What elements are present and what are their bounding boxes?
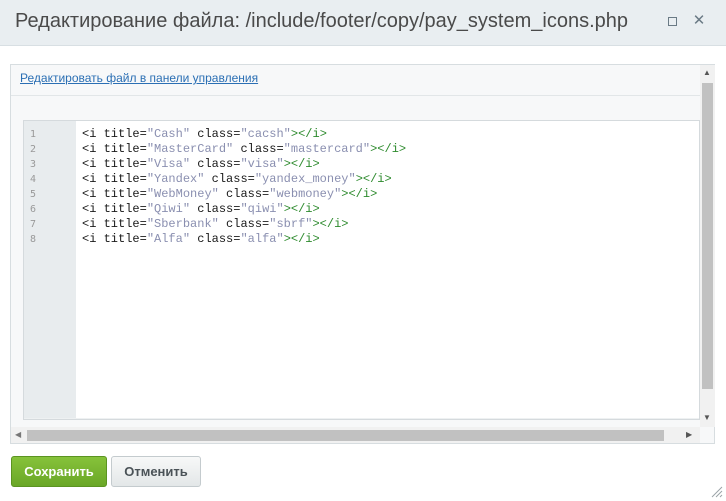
code-line: <i title="Qiwi" class="qiwi"></i> [82,202,320,217]
code-token: title= [103,187,147,201]
horizontal-scrollbar[interactable]: ◀ ▶ [11,427,700,443]
code-token: "yandex_money" [254,172,356,186]
code-line: <i title="WebMoney" class="webmoney"></i… [82,187,377,202]
maximize-icon [667,17,677,26]
code-token: <i [82,232,104,246]
code-token: class= [218,217,270,231]
code-token: title= [103,217,147,231]
code-token: "Yandex" [146,172,205,186]
code-token: <i [82,157,104,171]
code-line: <i title="Yandex" class="yandex_money"><… [82,172,392,187]
code-line: <i title="Cash" class="cacsh"></i> [82,127,327,142]
code-token: title= [103,232,147,246]
code-token: "visa" [240,157,284,171]
dialog-content: Редактировать файл в панели управления 1… [10,64,715,444]
code-token: <i [82,187,104,201]
line-number: 1 [30,129,37,140]
code-token: <i [82,202,104,216]
vertical-scroll-thumb[interactable] [702,83,713,389]
code-token: title= [103,127,147,141]
resize-handle-icon[interactable] [709,484,723,498]
code-token: class= [190,202,241,216]
code-token: class= [233,142,284,156]
code-token: title= [103,142,147,156]
code-token: title= [103,157,147,171]
save-button[interactable]: Сохранить [11,456,107,487]
code-line: <i title="Sberbank" class="sbrf"></i> [82,217,349,232]
line-number: 6 [30,204,37,215]
code-token: class= [204,172,255,186]
code-token: ></i> [283,202,320,216]
code-editor[interactable]: 1 <i title="Cash" class="cacsh"></i> 2 <i t… [23,120,700,420]
code-token: <i [82,142,104,156]
code-token: ></i> [355,172,392,186]
code-token: "cacsh" [240,127,291,141]
dialog-title: Редактирование файла: /include/footer/co… [15,10,629,32]
maximize-button[interactable] [664,13,680,29]
code-token: class= [190,232,241,246]
editor-toolbar [11,95,700,121]
code-line: <i title="Alfa" class="alfa"></i> [82,232,320,247]
code-token: class= [218,187,270,201]
code-token: "Cash" [146,127,191,141]
dialog-titlebar: Редактирование файла: /include/footer/co… [0,0,726,46]
code-token: ></i> [283,157,320,171]
code-line: <i title="MasterCard" class="mastercard"… [82,142,406,157]
code-token: ></i> [370,142,407,156]
code-token: "Alfa" [146,232,191,246]
editor-bottom-strip [24,418,699,419]
line-number: 7 [30,219,37,230]
code-token: <i [82,127,104,141]
code-token: "mastercard" [283,142,371,156]
line-number: 5 [30,189,37,200]
code-token: ></i> [341,187,378,201]
horizontal-scroll-thumb[interactable] [27,430,664,441]
code-token: "Sberbank" [146,217,219,231]
code-token: title= [103,172,147,186]
code-token: title= [103,202,147,216]
cancel-button[interactable]: Отменить [111,456,201,487]
code-token: <i [82,217,104,231]
close-button[interactable]: ✕ [691,13,707,29]
code-token: ></i> [283,232,320,246]
code-token: "Visa" [146,157,191,171]
close-icon: ✕ [692,12,706,29]
vertical-scrollbar[interactable]: ▲ ▼ [700,65,715,427]
code-token: "qiwi" [240,202,284,216]
code-token: "WebMoney" [146,187,219,201]
code-token: "webmoney" [269,187,342,201]
code-token: ></i> [312,217,349,231]
line-number: 2 [30,144,37,155]
scroll-right-icon[interactable]: ▶ [686,430,692,439]
code-token: ></i> [290,127,327,141]
code-token: "MasterCard" [146,142,234,156]
code-token: "Qiwi" [146,202,191,216]
code-token: <i [82,172,104,186]
code-token: class= [190,127,241,141]
code-line: <i title="Visa" class="visa"></i> [82,157,320,172]
edit-in-panel-link[interactable]: Редактировать файл в панели управления [20,71,258,85]
code-token: "sbrf" [269,217,313,231]
line-number: 3 [30,159,37,170]
line-number: 8 [30,234,37,245]
line-number: 4 [30,174,37,185]
scroll-up-icon[interactable]: ▲ [703,68,711,77]
scroll-left-icon[interactable]: ◀ [15,430,21,439]
code-token: "alfa" [240,232,284,246]
code-token: class= [190,157,241,171]
scroll-down-icon[interactable]: ▼ [703,413,711,422]
